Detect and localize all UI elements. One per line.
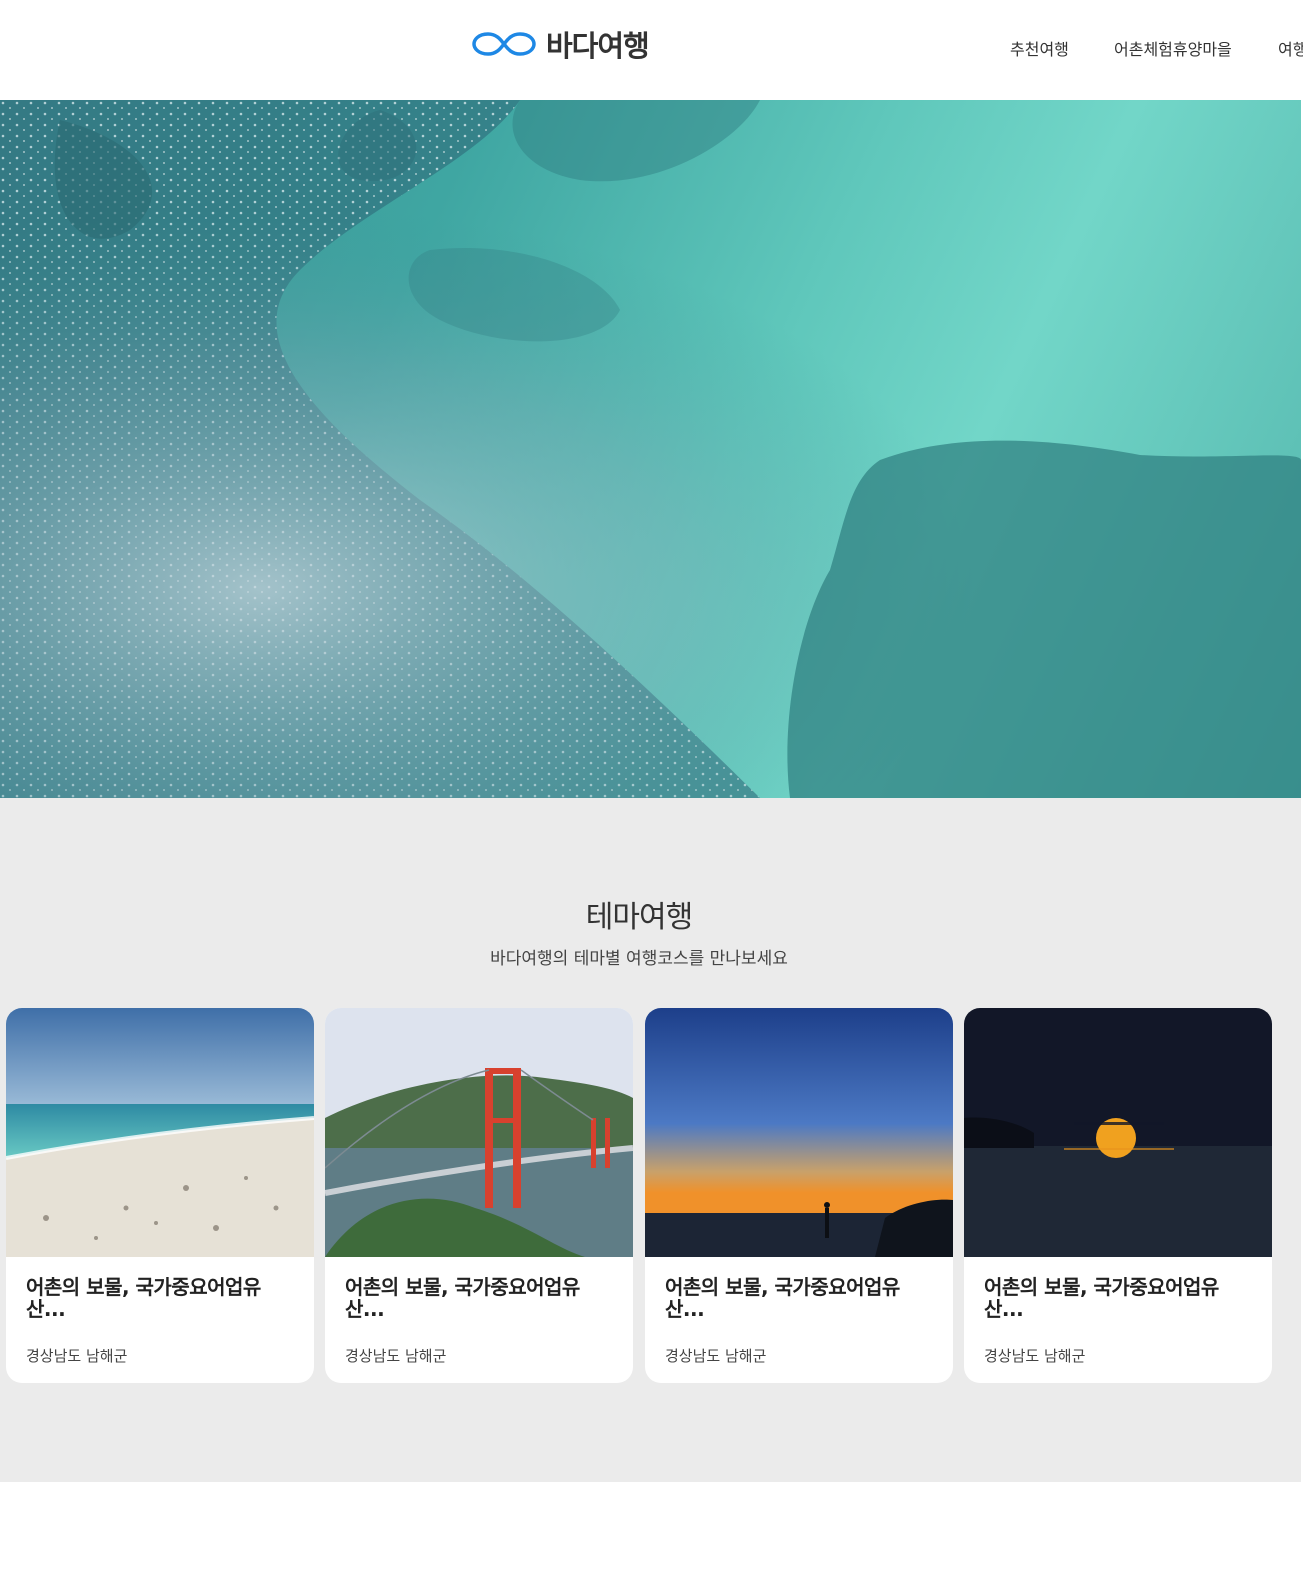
- theme-card[interactable]: 어촌의 보물, 국가중요어업유산... 경상남도 남해군: [6, 1008, 314, 1383]
- site-logo[interactable]: 바다여행: [472, 24, 650, 64]
- nav-item-fishing-village[interactable]: 어촌체험휴양마을: [1114, 36, 1232, 60]
- card-location: 경상남도 남해군: [984, 1347, 1086, 1365]
- card-title: 어촌의 보물, 국가중요어업유산...: [984, 1275, 1219, 1321]
- sea-aerial-image: [0, 100, 1301, 798]
- theme-card[interactable]: 어촌의 보물, 국가중요어업유산... 경상남도 남해군: [645, 1008, 953, 1383]
- nav-item-travel[interactable]: 여행: [1278, 36, 1303, 60]
- card-image-beach: [6, 1008, 314, 1257]
- theme-card[interactable]: 어촌의 보물, 국가중요어업유산... 경상남도 남해군: [964, 1008, 1272, 1383]
- card-image-dusk: [645, 1008, 953, 1257]
- card-location: 경상남도 남해군: [345, 1347, 447, 1365]
- card-title: 어촌의 보물, 국가중요어업유산...: [345, 1275, 580, 1321]
- site-header: 바다여행 추천여행 어촌체험휴양마을 여행: [0, 0, 1303, 100]
- logo-text: 바다여행: [546, 29, 650, 63]
- card-image-sunset: [964, 1008, 1272, 1257]
- card-title: 어촌의 보물, 국가중요어업유산...: [665, 1275, 900, 1321]
- section-subtitle: 바다여행의 테마별 여행코스를 만나보세요: [490, 949, 788, 969]
- card-title: 어촌의 보물, 국가중요어업유산...: [26, 1275, 261, 1321]
- infinity-logo-icon: [472, 32, 536, 56]
- hero-sea-image: [0, 100, 1301, 798]
- card-image-bridge: [325, 1008, 633, 1257]
- card-location: 경상남도 남해군: [665, 1347, 767, 1365]
- card-location: 경상남도 남해군: [26, 1347, 128, 1365]
- theme-travel-section: 테마여행 바다여행의 테마별 여행코스를 만나보세요 어촌의 보물, 국가중요어…: [0, 798, 1301, 1482]
- nav-item-recommended[interactable]: 추천여행: [1010, 36, 1069, 60]
- section-title: 테마여행: [585, 900, 693, 935]
- theme-card[interactable]: 어촌의 보물, 국가중요어업유산... 경상남도 남해군: [325, 1008, 633, 1383]
